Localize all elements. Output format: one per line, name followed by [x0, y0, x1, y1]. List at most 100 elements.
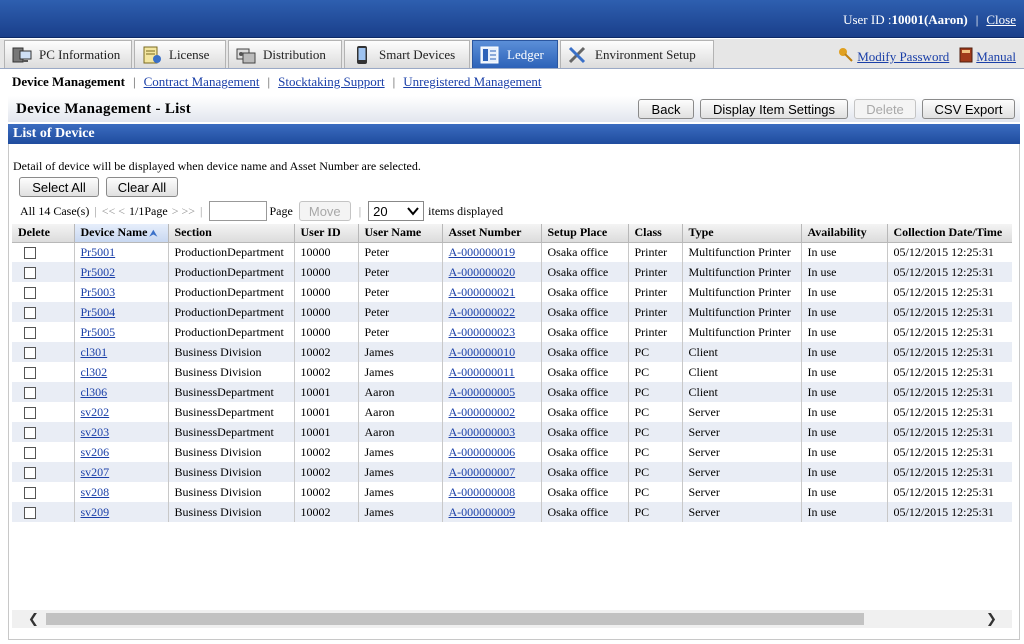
subnav-stocktaking-support[interactable]: Stocktaking Support: [278, 74, 385, 90]
csv-export-button[interactable]: CSV Export: [922, 99, 1015, 119]
device-name-link[interactable]: cl302: [81, 365, 108, 379]
page-info: 1/1Page: [129, 203, 168, 218]
row-delete-checkbox[interactable]: [24, 366, 36, 379]
availability-cell: In use: [801, 362, 888, 382]
row-delete-checkbox[interactable]: [24, 406, 36, 419]
device-name-link[interactable]: Pr5001: [81, 245, 116, 259]
tab-smart-devices[interactable]: Smart Devices: [344, 40, 470, 68]
row-delete-checkbox[interactable]: [24, 466, 36, 479]
table-row: cl301 Business Division 10002 James A-000000…: [12, 342, 1012, 362]
asset-number-link[interactable]: A-000000023: [449, 325, 516, 339]
device-name-link[interactable]: sv207: [81, 465, 110, 479]
subnav-current: Device Management: [12, 74, 125, 89]
device-name-link[interactable]: sv203: [81, 425, 110, 439]
row-delete-checkbox[interactable]: [24, 386, 36, 399]
col-collection-date[interactable]: Collection Date/Time: [887, 224, 1012, 243]
asset-number-link[interactable]: A-000000021: [449, 285, 516, 299]
type-cell: Multifunction Printer: [682, 242, 802, 262]
row-delete-checkbox[interactable]: [24, 506, 36, 519]
hint-text: Detail of device will be displayed when …: [13, 159, 421, 173]
scroll-right-icon[interactable]: ❯: [986, 612, 997, 627]
setup-place-cell: Osaka office: [541, 322, 629, 342]
class-cell: PC: [628, 362, 683, 382]
tab-pc-information[interactable]: PC Information: [4, 40, 132, 68]
asset-number-link[interactable]: A-000000019: [449, 245, 516, 259]
asset-number-link[interactable]: A-000000022: [449, 305, 516, 319]
asset-number-link[interactable]: A-000000009: [449, 505, 516, 519]
asset-number-link[interactable]: A-000000003: [449, 425, 516, 439]
display-item-settings-button[interactable]: Display Item Settings: [700, 99, 848, 119]
table-row: cl306 BusinessDepartment 10001 Aaron A-00000…: [12, 382, 1012, 402]
move-button[interactable]: Move: [298, 201, 351, 221]
row-delete-checkbox[interactable]: [24, 326, 36, 339]
device-name-link[interactable]: Pr5002: [81, 265, 116, 279]
modify-password-link[interactable]: Modify Password: [857, 49, 949, 65]
tab-ledger[interactable]: Ledger: [472, 40, 558, 68]
asset-number-link[interactable]: A-000000007: [449, 465, 516, 479]
collection-date-cell: 05/12/2015 12:25:31: [887, 382, 1012, 402]
asset-number-link[interactable]: A-000000006: [449, 445, 516, 459]
subnav-unregistered-management[interactable]: Unregistered Management: [403, 74, 541, 90]
device-name-link[interactable]: sv209: [81, 505, 110, 519]
tab-license[interactable]: License: [134, 40, 226, 68]
next-last-links[interactable]: > >>: [172, 204, 195, 219]
row-delete-checkbox[interactable]: [24, 486, 36, 499]
page-number-input[interactable]: [209, 201, 268, 221]
row-delete-checkbox[interactable]: [24, 266, 36, 279]
close-link[interactable]: Close: [986, 12, 1016, 28]
col-user-name[interactable]: User Name: [358, 224, 443, 243]
ledger-icon: [479, 45, 501, 65]
col-section[interactable]: Section: [168, 224, 295, 243]
asset-number-cell: A-000000009: [442, 502, 542, 522]
tab-distribution[interactable]: Distribution: [228, 40, 342, 68]
manual-link[interactable]: Manual: [976, 49, 1016, 65]
asset-number-link[interactable]: A-000000011: [449, 365, 515, 379]
setup-place-cell: Osaka office: [541, 282, 629, 302]
col-class[interactable]: Class: [628, 224, 683, 243]
class-cell: PC: [628, 482, 683, 502]
asset-number-link[interactable]: A-000000010: [449, 345, 516, 359]
horizontal-scrollbar[interactable]: ❮ ❯: [12, 610, 1012, 628]
device-name-link[interactable]: cl301: [81, 345, 108, 359]
clear-all-button[interactable]: Clear All: [106, 177, 178, 197]
items-per-page-select[interactable]: 20: [368, 201, 425, 221]
device-name-cell: cl306: [74, 382, 169, 402]
col-type[interactable]: Type: [682, 224, 802, 243]
col-user-id[interactable]: User ID: [294, 224, 359, 243]
row-delete-checkbox[interactable]: [24, 306, 36, 319]
device-name-link[interactable]: sv208: [81, 485, 110, 499]
section-cell: Business Division: [168, 462, 295, 482]
device-name-link[interactable]: sv202: [81, 405, 110, 419]
col-asset-number[interactable]: Asset Number: [442, 224, 542, 243]
select-all-button[interactable]: Select All: [19, 177, 99, 197]
device-name-link[interactable]: cl306: [81, 385, 108, 399]
asset-number-link[interactable]: A-000000005: [449, 385, 516, 399]
asset-number-link[interactable]: A-000000002: [449, 405, 516, 419]
license-icon: [141, 45, 163, 65]
type-cell: Client: [682, 342, 802, 362]
tab-environment-setup[interactable]: Environment Setup: [560, 40, 714, 68]
device-name-link[interactable]: Pr5003: [81, 285, 116, 299]
device-name-link[interactable]: Pr5004: [81, 305, 116, 319]
tab-label: Ledger: [507, 46, 544, 62]
row-delete-checkbox[interactable]: [24, 426, 36, 439]
availability-cell: In use: [801, 382, 888, 402]
col-availability[interactable]: Availability: [801, 224, 888, 243]
scroll-left-icon[interactable]: ❮: [28, 612, 39, 627]
row-delete-checkbox[interactable]: [24, 247, 36, 259]
asset-number-link[interactable]: A-000000020: [449, 265, 516, 279]
row-delete-checkbox[interactable]: [24, 446, 36, 459]
first-prev-links[interactable]: << <: [102, 204, 125, 219]
device-name-link[interactable]: sv206: [81, 445, 110, 459]
col-setup-place[interactable]: Setup Place: [541, 224, 629, 243]
device-name-link[interactable]: Pr5005: [81, 325, 116, 339]
scrollbar-thumb[interactable]: [46, 613, 864, 625]
col-device-name[interactable]: Device Name ⮝: [74, 224, 169, 243]
delete-button[interactable]: Delete: [854, 99, 916, 119]
asset-number-link[interactable]: A-000000008: [449, 485, 516, 499]
subnav-contract-management[interactable]: Contract Management: [144, 74, 260, 90]
row-delete-checkbox[interactable]: [24, 346, 36, 359]
class-cell: Printer: [628, 242, 683, 262]
row-delete-checkbox[interactable]: [24, 286, 36, 299]
back-button[interactable]: Back: [638, 99, 694, 119]
